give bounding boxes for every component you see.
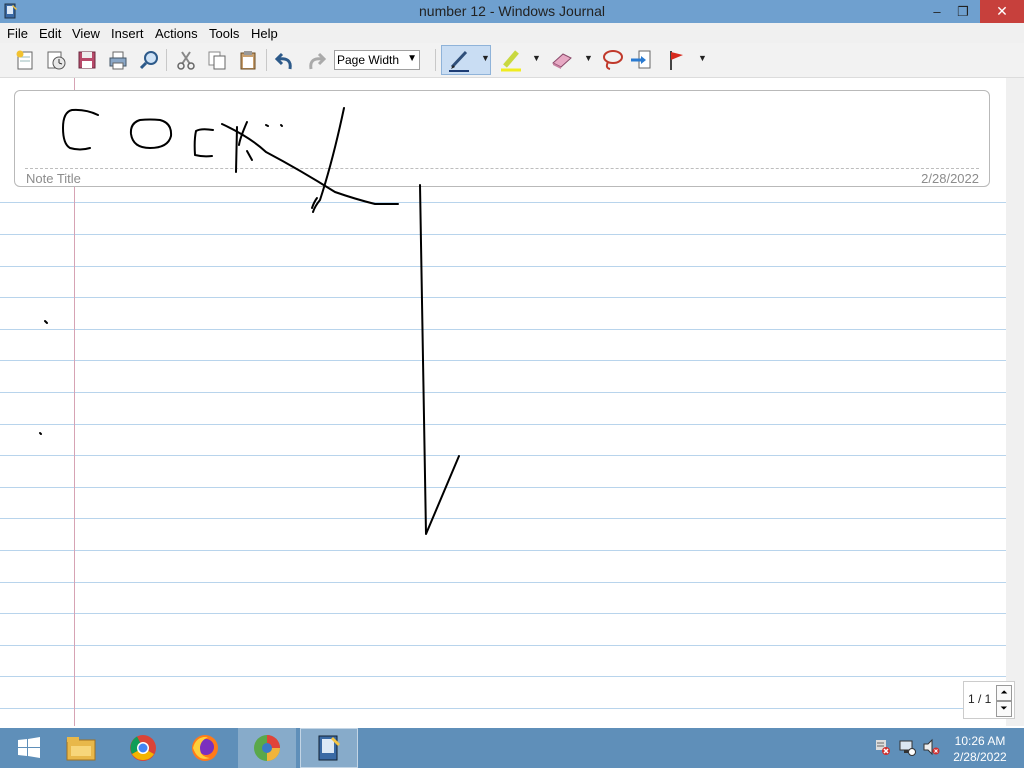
print-icon[interactable] — [105, 47, 131, 73]
zoom-value: Page Width — [337, 53, 400, 67]
ink-strokes — [39, 107, 460, 535]
title-bar: number 12 - Windows Journal – ❐ ✕ — [0, 0, 1024, 23]
redo-icon[interactable] — [303, 47, 329, 73]
eraser-icon[interactable] — [549, 47, 575, 73]
pen-dropdown-icon[interactable]: ▼ — [481, 53, 490, 63]
file-explorer-icon[interactable] — [52, 728, 110, 768]
window-title: number 12 - Windows Journal — [419, 3, 605, 19]
paste-icon[interactable] — [235, 47, 261, 73]
undo-icon[interactable] — [272, 47, 298, 73]
maximize-button[interactable]: ❐ — [950, 0, 976, 23]
new-note-icon[interactable] — [12, 47, 38, 73]
minimize-button[interactable]: – — [924, 0, 950, 23]
chrome-icon[interactable] — [114, 728, 172, 768]
vertical-scrollbar[interactable] — [1006, 78, 1024, 726]
previous-page-button[interactable]: ⏶ — [996, 685, 1012, 701]
highlighter-icon[interactable] — [498, 47, 524, 73]
action-center-icon[interactable] — [874, 738, 890, 761]
menu-insert[interactable]: Insert — [111, 26, 144, 41]
flag-icon[interactable] — [664, 47, 690, 73]
menu-bar: File Edit View Insert Actions Tools Help — [0, 23, 1024, 43]
lasso-icon[interactable] — [599, 47, 625, 73]
start-icon[interactable] — [0, 728, 58, 768]
menu-actions[interactable]: Actions — [155, 26, 198, 41]
chevron-down-icon: ▼ — [407, 53, 417, 64]
find-icon[interactable] — [136, 47, 162, 73]
menu-view[interactable]: View — [72, 26, 100, 41]
journal-page[interactable]: Note Title 2/28/2022 — [0, 78, 1006, 726]
page-number: 1 / 1 — [968, 692, 992, 706]
highlighter-dropdown-icon[interactable]: ▼ — [532, 53, 541, 63]
pen-icon[interactable] — [446, 47, 472, 73]
volume-muted-icon[interactable] — [922, 738, 940, 761]
app-icon[interactable] — [238, 728, 296, 768]
network-icon[interactable] — [898, 738, 916, 761]
save-icon[interactable] — [74, 47, 100, 73]
clock-time: 10:26 AM — [954, 734, 1006, 748]
flag-dropdown-icon[interactable]: ▼ — [698, 53, 707, 63]
menu-file[interactable]: File — [7, 26, 28, 41]
copy-icon[interactable] — [204, 47, 230, 73]
windows-journal-taskbar-icon[interactable] — [300, 728, 358, 768]
menu-edit[interactable]: Edit — [39, 26, 61, 41]
system-clock[interactable]: 10:26 AM 2/28/2022 — [950, 733, 1010, 765]
insert-space-icon[interactable] — [628, 47, 654, 73]
eraser-dropdown-icon[interactable]: ▼ — [584, 53, 593, 63]
menu-tools[interactable]: Tools — [209, 26, 239, 41]
zoom-select[interactable]: Page Width ▼ — [334, 50, 420, 70]
firefox-icon[interactable] — [176, 728, 234, 768]
menu-help[interactable]: Help — [251, 26, 278, 41]
close-button[interactable]: ✕ — [980, 0, 1024, 23]
clock-date: 2/28/2022 — [953, 750, 1007, 764]
open-icon[interactable] — [43, 47, 69, 73]
cut-icon[interactable] — [173, 47, 199, 73]
page-navigator: 1 / 1 ⏶ ⏷ — [963, 681, 1015, 719]
next-page-button[interactable]: ⏷ — [996, 701, 1012, 717]
